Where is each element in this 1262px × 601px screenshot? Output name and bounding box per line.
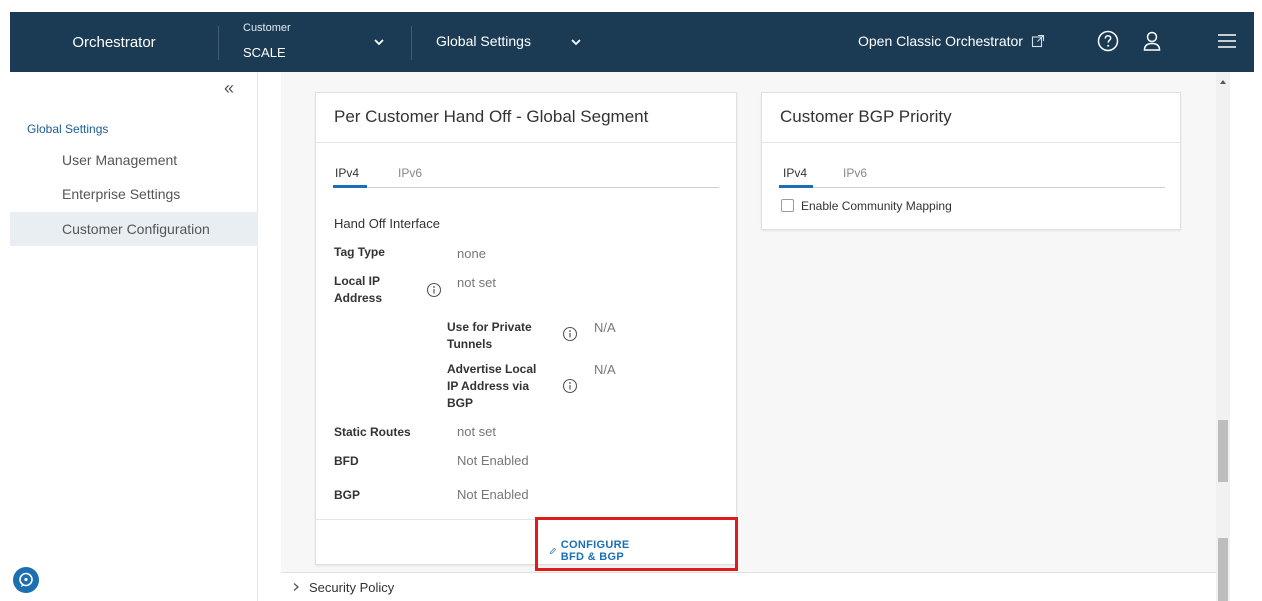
global-settings-label: Global Settings <box>436 33 531 49</box>
sidebar-item-label: Enterprise Settings <box>62 186 181 202</box>
sidebar-item-user-management[interactable]: User Management <box>10 143 258 177</box>
chevron-down-icon[interactable] <box>570 36 582 48</box>
open-classic-link[interactable]: Open Classic Orchestrator <box>858 33 1045 49</box>
local-ip-label-line2: Address <box>334 291 383 305</box>
local-ip-value: not set <box>457 275 497 290</box>
sidebar-section-title[interactable]: Global Settings <box>27 122 108 136</box>
handoff-section-title: Hand Off Interface <box>334 216 440 231</box>
tab-ipv6[interactable]: IPv6 <box>398 166 422 180</box>
advertise-label-line1: Advertise Local <box>447 362 537 376</box>
tab-ipv6[interactable]: IPv6 <box>843 166 867 180</box>
chevron-right-icon <box>293 583 299 591</box>
handoff-card-title: Per Customer Hand Off - Global Segment <box>334 107 649 126</box>
security-policy-label: Security Policy <box>309 579 395 595</box>
community-mapping-label: Enable Community Mapping <box>801 199 952 213</box>
community-mapping-checkbox[interactable] <box>781 199 794 212</box>
advertise-label-line3: BGP <box>447 396 474 410</box>
local-ip-label-line1: Local IP <box>334 274 381 288</box>
security-policy-section[interactable]: Security Policy <box>281 572 1216 601</box>
tab-bar <box>779 187 1165 188</box>
customer-label: Customer <box>243 22 291 34</box>
header-divider <box>218 26 219 60</box>
app-window: Orchestrator Customer SCALE Global Setti… <box>0 0 1262 601</box>
top-nav-bar: Orchestrator Customer SCALE Global Setti… <box>10 12 1254 72</box>
app-brand[interactable]: Orchestrator <box>10 12 218 72</box>
menu-icon[interactable] <box>1215 29 1239 53</box>
external-link-icon <box>1031 34 1045 48</box>
chat-support-button[interactable] <box>13 567 39 593</box>
open-classic-label: Open Classic Orchestrator <box>858 33 1023 49</box>
bfd-value: Not Enabled <box>457 453 529 468</box>
user-icon[interactable] <box>1140 29 1164 53</box>
sidebar: « Global Settings User Management Enterp… <box>10 72 258 601</box>
advertise-label-line2: IP Address via <box>447 379 530 393</box>
scrollbar-thumb[interactable] <box>1218 420 1228 482</box>
card-divider <box>762 142 1180 143</box>
sidebar-item-customer-configuration[interactable]: Customer Configuration <box>10 212 258 246</box>
tab-ipv4[interactable]: IPv4 <box>335 166 359 180</box>
static-routes-label: Static Routes <box>334 425 411 439</box>
highlight-box <box>535 517 738 571</box>
chevron-down-icon[interactable] <box>373 36 385 48</box>
bgp-label: BGP <box>334 488 361 502</box>
advertise-value: N/A <box>594 362 616 377</box>
scroll-up-arrow-icon[interactable] <box>1216 76 1230 88</box>
bgp-priority-title: Customer BGP Priority <box>780 107 952 126</box>
sidebar-item-enterprise-settings[interactable]: Enterprise Settings <box>10 177 258 211</box>
active-tab-indicator <box>779 185 813 188</box>
info-icon[interactable] <box>562 326 578 342</box>
header-divider <box>411 26 412 60</box>
info-icon[interactable] <box>562 378 578 394</box>
bfd-label: BFD <box>334 454 359 468</box>
scrollbar-thumb[interactable] <box>1218 538 1228 601</box>
card-divider <box>316 142 736 143</box>
active-tab-indicator <box>333 185 367 188</box>
tag-type-value: none <box>457 246 486 261</box>
help-icon[interactable] <box>1096 29 1120 53</box>
scrollbar[interactable] <box>1216 72 1230 601</box>
static-routes-value: not set <box>457 424 497 439</box>
info-icon[interactable] <box>426 282 442 298</box>
sidebar-item-label: User Management <box>62 152 178 168</box>
bgp-value: Not Enabled <box>457 487 529 502</box>
private-tunnels-label-line1: Use for Private <box>447 320 532 334</box>
double-chevron-left-icon[interactable]: « <box>224 78 234 99</box>
private-tunnels-label-line2: Tunnels <box>447 337 493 351</box>
sidebar-item-label: Customer Configuration <box>62 221 210 237</box>
tab-bar <box>333 187 719 188</box>
private-tunnels-value: N/A <box>594 320 616 335</box>
customer-value: SCALE <box>243 45 286 60</box>
handoff-card: Per Customer Hand Off - Global Segment I… <box>315 92 737 565</box>
tab-ipv4[interactable]: IPv4 <box>783 166 807 180</box>
main-content: Per Customer Hand Off - Global Segment I… <box>281 72 1216 601</box>
chat-icon <box>19 572 33 587</box>
bgp-priority-card: Customer BGP Priority IPv4 IPv6 Enable C… <box>761 92 1181 230</box>
tag-type-label: Tag Type <box>334 245 385 259</box>
